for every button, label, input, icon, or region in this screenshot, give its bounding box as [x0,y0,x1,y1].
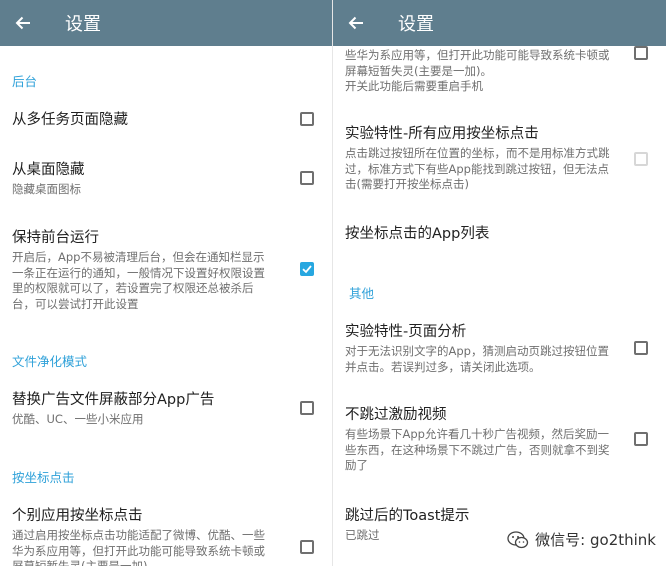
setting-hide-recents[interactable]: 从多任务页面隐藏 [12,110,332,130]
checkmark-icon [302,265,312,274]
coord-click-some-checkbox[interactable] [634,46,648,60]
exp-all-coord-checkbox [634,152,648,166]
back-arrow-icon[interactable] [348,15,364,31]
setting-title: 从多任务页面隐藏 [12,112,128,128]
setting-coord-click-some-continued[interactable]: 些华为系应用等，但打开此功能可能导致系统卡顿或屏幕短暂失灵(主要是一加)。 开关… [345,46,666,95]
setting-desc: 开启后，App不易被清理后台，但会在通知栏显示一条正在运行的通知，一般情况下设置… [12,250,265,311]
setting-title: 实验特性-页面分析 [345,324,467,340]
keep-foreground-checkbox[interactable] [300,262,314,276]
setting-keep-foreground[interactable]: 保持前台运行 开启后，App不易被清理后台，但会在通知栏显示一条正在运行的通知，… [12,228,332,312]
setting-desc: 对于无法识别文字的App，猜测启动页跳过按钮位置并点击。若误判过多，请关闭此选项… [345,344,609,374]
setting-desc: 优酷、UC、一些小米应用 [12,412,144,426]
setting-desc: 隐藏桌面图标 [12,182,81,196]
setting-coord-click-some[interactable]: 个别应用按坐标点击 通过启用按坐标点击功能适配了微博、优酷、一些华为系应用等，但… [12,506,332,566]
setting-coord-app-list[interactable]: 按坐标点击的App列表 [345,224,666,244]
setting-no-skip-reward[interactable]: 不跳过激励视频 有些场景下App允许看几十秒广告视频，然后奖励一些东西，在这种场… [345,405,666,474]
toolbar: 设置 [333,0,666,46]
toolbar: 设置 [0,0,332,46]
setting-replace-ads[interactable]: 替换广告文件屏蔽部分App广告 优酷、UC、一些小米应用 [12,390,332,428]
settings-panel-right: 设置 些华为系应用等，但打开此功能可能导致系统卡顿或屏幕短暂失灵(主要是一加)。… [333,0,666,566]
hide-recents-checkbox[interactable] [300,112,314,126]
page-title: 设置 [65,14,101,35]
back-arrow-icon[interactable] [15,15,31,31]
screenshot: 设置 后台 从多任务页面隐藏 从桌面隐藏 隐藏桌面图标 保持前台运行 开启后，A… [0,0,666,566]
setting-page-analysis[interactable]: 实验特性-页面分析 对于无法识别文字的App，猜测启动页跳过按钮位置并点击。若误… [345,322,666,375]
hide-desktop-checkbox[interactable] [300,171,314,185]
coord-click-some-checkbox[interactable] [300,540,314,554]
no-skip-reward-checkbox[interactable] [634,432,648,446]
setting-exp-all-coord[interactable]: 实验特性-所有应用按坐标点击 点击跳过按钮所在位置的坐标，而不是用标准方式跳过，… [345,124,666,193]
section-header-other: 其他 [349,286,375,301]
replace-ads-checkbox[interactable] [300,401,314,415]
section-header-coord-click: 按坐标点击 [12,470,75,485]
setting-title: 实验特性-所有应用按坐标点击 [345,126,539,142]
setting-title: 替换广告文件屏蔽部分App广告 [12,392,215,408]
setting-title: 从桌面隐藏 [12,162,85,178]
setting-title: 不跳过激励视频 [345,407,447,423]
setting-desc: 点击跳过按钮所在位置的坐标，而不是用标准方式跳过，标准方式下有些App能找到跳过… [345,146,610,191]
settings-panel-left: 设置 后台 从多任务页面隐藏 从桌面隐藏 隐藏桌面图标 保持前台运行 开启后，A… [0,0,333,566]
watermark-text: 微信号: go2think [535,531,656,549]
wechat-icon [507,530,529,548]
setting-title: 跳过后的Toast提示 [345,508,470,524]
setting-desc: 通过启用按坐标点击功能适配了微博、优酷、一些华为系应用等，但打开此功能可能导致系… [12,528,265,566]
watermark: 微信号: go2think [507,529,656,550]
setting-title: 个别应用按坐标点击 [12,508,143,524]
section-header-file-clean: 文件净化模式 [12,354,88,369]
setting-title: 保持前台运行 [12,230,99,246]
setting-desc: 有些场景下App允许看几十秒广告视频，然后奖励一些东西，在这种场景下不跳过广告，… [345,427,610,472]
section-header-background: 后台 [12,74,38,89]
setting-hide-desktop[interactable]: 从桌面隐藏 隐藏桌面图标 [12,160,332,198]
setting-title: 按坐标点击的App列表 [345,226,490,242]
page-title: 设置 [398,14,434,35]
setting-desc: 些华为系应用等，但打开此功能可能导致系统卡顿或屏幕短暂失灵(主要是一加)。 开关… [345,48,610,93]
page-analysis-checkbox[interactable] [634,341,648,355]
